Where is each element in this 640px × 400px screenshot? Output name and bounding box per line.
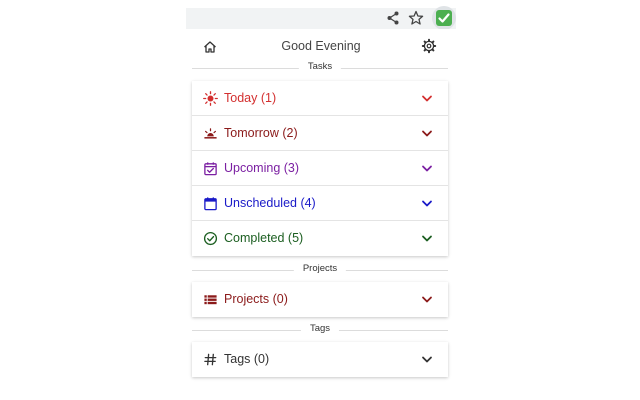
chevron-down-icon[interactable] (421, 129, 433, 138)
task-row-upcoming[interactable]: Upcoming (3) (192, 151, 448, 186)
tags-row-label: Tags (0) (224, 352, 270, 366)
chevron-down-icon[interactable] (421, 295, 433, 304)
share-icon[interactable] (385, 10, 401, 26)
calendar-check-icon (204, 162, 217, 176)
task-row-tomorrow[interactable]: Tomorrow (2) (192, 116, 448, 151)
projects-row[interactable]: Projects (0) (192, 282, 448, 317)
tags-row[interactable]: Tags (0) (192, 342, 448, 377)
popup-header: Good Evening (186, 29, 456, 63)
browser-toolbar (186, 6, 456, 30)
chevron-down-icon[interactable] (421, 94, 433, 103)
task-row-today[interactable]: Today (1) (192, 81, 448, 116)
tags-card: Tags (0) (192, 342, 448, 377)
section-label-projects: Projects (293, 263, 347, 274)
calendar-icon (204, 197, 217, 211)
chevron-down-icon[interactable] (421, 355, 433, 364)
tasks-card: Today (1) Tomorrow (2) Upcoming (3) Unsc… (192, 81, 448, 256)
projects-section-divider: Projects (192, 263, 448, 276)
task-row-label: Upcoming (3) (224, 161, 300, 175)
star-icon[interactable] (408, 10, 424, 26)
section-label-tags: Tags (300, 323, 340, 334)
check-circle-icon (203, 231, 218, 246)
extension-button[interactable] (432, 6, 456, 30)
sun-icon (203, 91, 218, 106)
task-row-label: Completed (5) (224, 231, 304, 245)
list-icon (204, 295, 217, 305)
projects-card: Projects (0) (192, 282, 448, 317)
tasks-section-divider: Tasks (192, 61, 448, 74)
chevron-down-icon[interactable] (421, 199, 433, 208)
todo-popup: Good Evening Tasks Today (1) Tomorrow (2… (186, 29, 456, 400)
task-row-completed[interactable]: Completed (5) (192, 221, 448, 256)
hash-icon (204, 353, 217, 366)
task-row-label: Tomorrow (2) (224, 126, 298, 140)
home-icon[interactable] (202, 39, 218, 55)
checkmark-extension-icon (436, 10, 452, 26)
section-label-tasks: Tasks (298, 61, 342, 72)
page-title: Good Evening (281, 39, 361, 53)
task-row-label: Today (1) (224, 91, 277, 105)
gear-icon[interactable] (421, 38, 437, 54)
tags-section-divider: Tags (192, 323, 448, 336)
task-row-unscheduled[interactable]: Unscheduled (4) (192, 186, 448, 221)
task-row-label: Unscheduled (4) (224, 196, 316, 210)
chevron-down-icon[interactable] (421, 234, 433, 243)
chevron-down-icon[interactable] (421, 164, 433, 173)
projects-row-label: Projects (0) (224, 292, 288, 306)
sunrise-icon (204, 128, 217, 139)
